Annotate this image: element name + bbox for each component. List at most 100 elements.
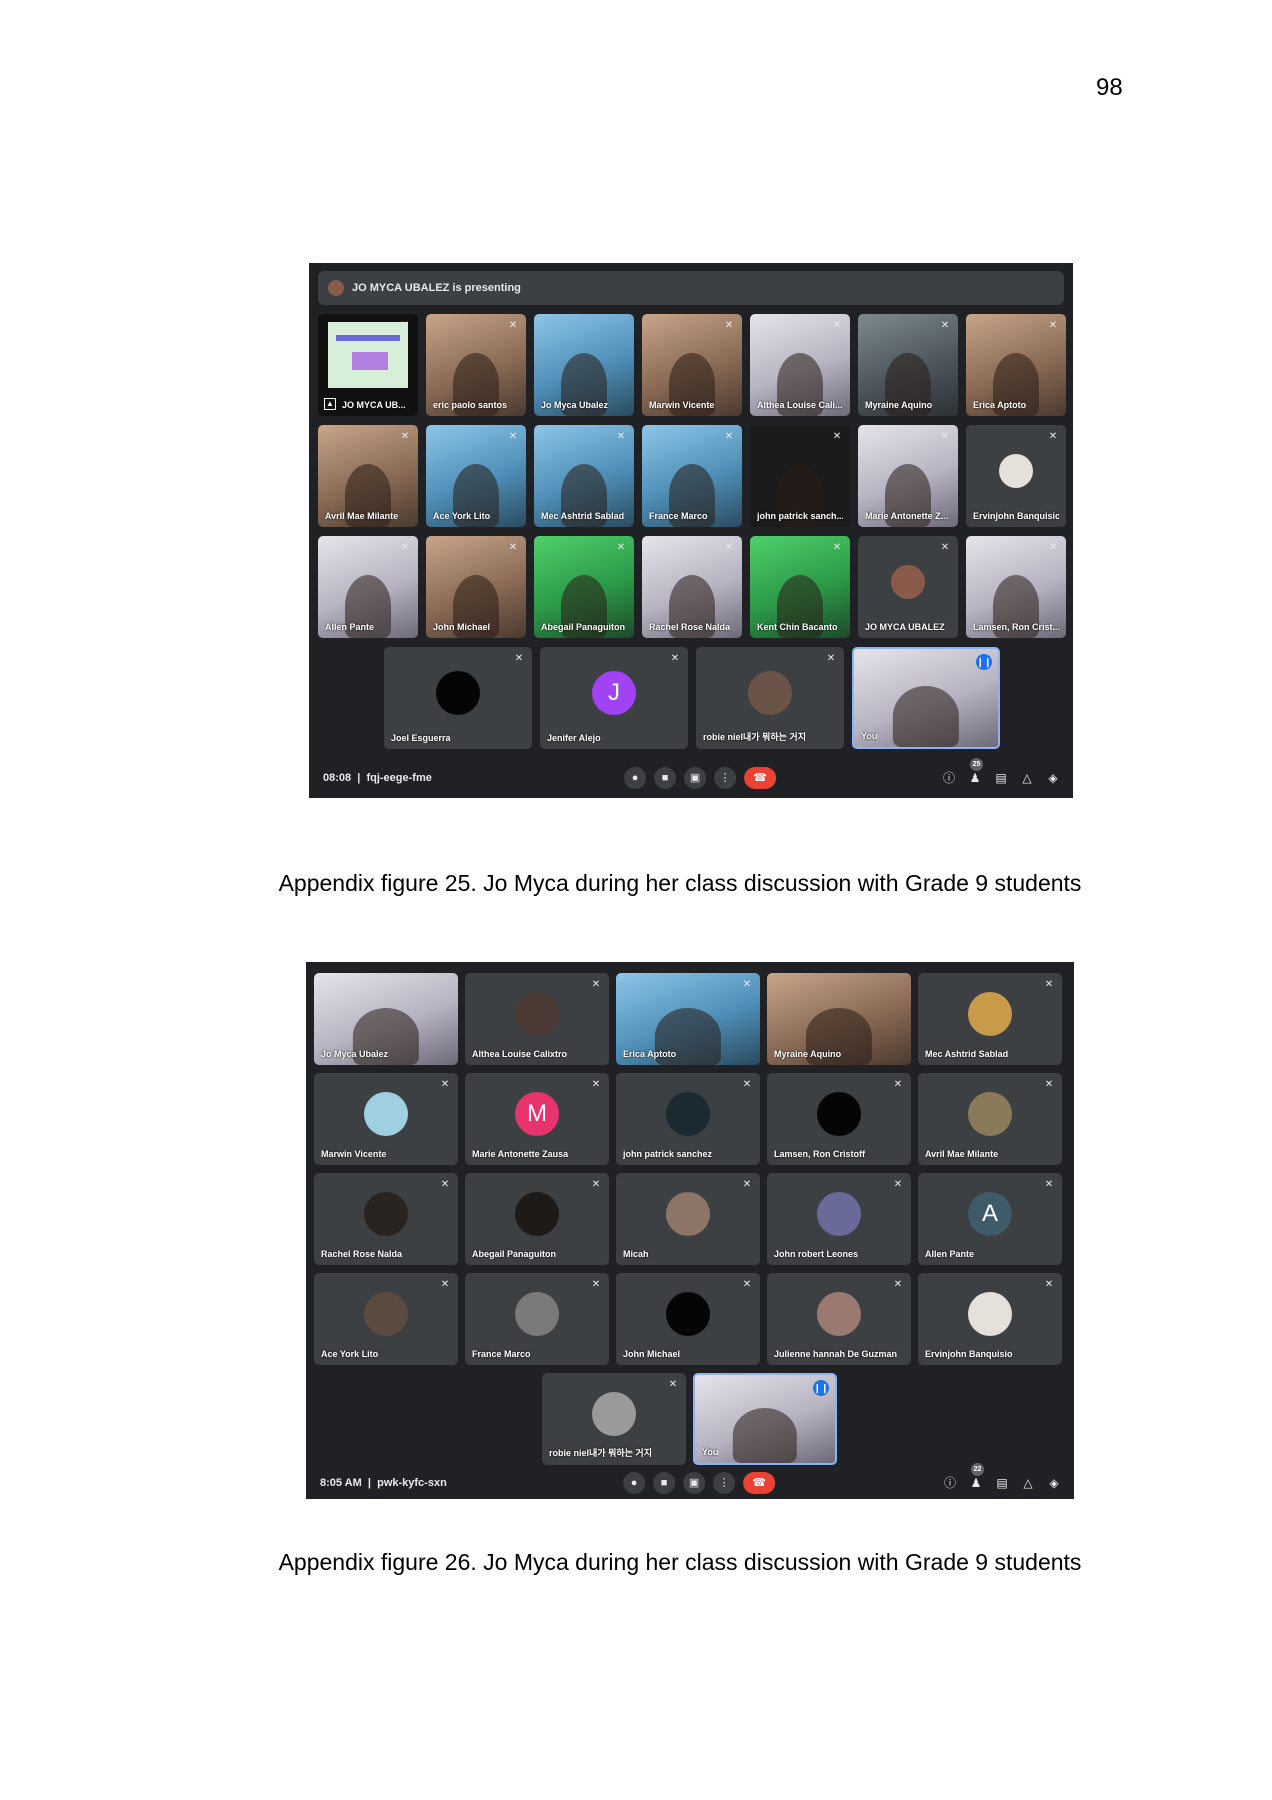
participant-name: John Michael (433, 622, 491, 632)
info-icon[interactable]: ⓘ (942, 1475, 958, 1491)
meeting-side-icons: ⓘ ♟ 25 ▤ △ ◈ (941, 758, 1061, 786)
participant-tile[interactable]: Julienne hannah De Guzman ✕ (767, 1273, 911, 1365)
mic-off-icon: ✕ (616, 431, 626, 442)
mic-off-icon: ✕ (616, 542, 626, 553)
participant-video (892, 686, 960, 747)
mic-off-icon: ✕ (940, 320, 950, 331)
participant-tile[interactable]: Lamsen, Ron Crist... ✕ (966, 536, 1066, 638)
participant-tile[interactable]: Marwin Vicente ✕ (314, 1073, 458, 1165)
participant-tile[interactable]: Micah ✕ (616, 1173, 760, 1265)
meeting-side-icons: ⓘ ♟ 22 ▤ △ ◈ (942, 1463, 1062, 1491)
participant-tile[interactable]: Allen Pante ✕ (318, 536, 418, 638)
self-view-tile[interactable]: You ❙❙ (693, 1373, 837, 1465)
participant-tile[interactable]: Myraine Aquino (767, 973, 911, 1065)
mic-off-icon: ✕ (591, 979, 601, 990)
chat-icon[interactable]: ▤ (993, 770, 1009, 786)
participant-name: Myraine Aquino (865, 400, 933, 410)
call-controls: ● ■ ▣ ⋮ ☎ (623, 1472, 776, 1494)
mic-icon[interactable]: ● (623, 1472, 646, 1494)
participant-avatar (666, 1292, 710, 1337)
more-options-icon[interactable]: ⋮ (714, 767, 737, 789)
mic-off-icon: ✕ (826, 653, 836, 664)
mic-off-icon: ✕ (1048, 542, 1058, 553)
mic-off-icon: ✕ (832, 431, 842, 442)
participant-tile[interactable]: Abegail Panaguiton ✕ (465, 1173, 609, 1265)
participant-tile[interactable]: Erica Aptoto ✕ (616, 973, 760, 1065)
participant-tile[interactable]: robie niel내가 뭐하는 거지 ✕ (696, 647, 844, 749)
participant-name: Abegail Panaguiton (541, 622, 626, 632)
mic-icon[interactable]: ● (624, 767, 647, 789)
participant-tile[interactable]: Ace York Lito ✕ (426, 425, 526, 527)
participant-tile[interactable]: Abegail Panaguiton ✕ (534, 536, 634, 638)
self-view-tile[interactable]: You ❙❙ (852, 647, 1000, 749)
participant-tile[interactable]: eric paolo santos ✕ (426, 314, 526, 416)
participant-tile[interactable]: John Michael ✕ (616, 1273, 760, 1365)
participant-tile[interactable]: Rachel Rose Nalda ✕ (642, 536, 742, 638)
shield-icon[interactable]: ◈ (1045, 770, 1061, 786)
figure-caption: Appendix figure 26. Jo Myca during her c… (278, 1549, 1082, 1575)
participant-tile[interactable]: Althea Louise Calixtro ✕ (465, 973, 609, 1065)
mic-off-icon: ✕ (724, 431, 734, 442)
camera-icon[interactable]: ■ (653, 1472, 676, 1494)
participant-tile[interactable]: Joel Esguerra ✕ (384, 647, 532, 749)
participant-tile[interactable]: J Jenifer Alejo ✕ (540, 647, 688, 749)
present-screen-icon: ▲ (324, 398, 336, 410)
participant-avatar (968, 1092, 1012, 1137)
participant-tile[interactable]: France Marco ✕ (642, 425, 742, 527)
speaking-indicator-icon: ❙❙ (976, 654, 992, 670)
participant-tile[interactable]: Ervinjohn Banquisio ✕ (918, 1273, 1062, 1365)
shield-icon[interactable]: ◈ (1046, 1475, 1062, 1491)
participant-name: Jenifer Alejo (547, 733, 601, 743)
activities-icon[interactable]: △ (1019, 770, 1035, 786)
participant-tile[interactable]: Marwin Vicente ✕ (642, 314, 742, 416)
participant-tile[interactable]: John robert Leones ✕ (767, 1173, 911, 1265)
participant-tile[interactable]: john patrick sanch... ✕ (750, 425, 850, 527)
participant-tile[interactable]: Avril Mae Milante ✕ (918, 1073, 1062, 1165)
participant-tile[interactable]: ▲ JO MYCA UB... ✕ (318, 314, 418, 416)
participant-tile[interactable]: John Michael ✕ (426, 536, 526, 638)
participant-tile[interactable]: Mec Ashtrid Sablad ✕ (918, 973, 1062, 1065)
present-screen-icon[interactable]: ▣ (683, 1472, 706, 1494)
participant-tile[interactable]: Avril Mae Milante ✕ (318, 425, 418, 527)
participant-tile[interactable]: A Allen Pante ✕ (918, 1173, 1062, 1265)
participant-name: Avril Mae Milante (325, 511, 399, 521)
people-icon[interactable]: ♟ 25 (967, 758, 983, 786)
meeting-time-and-code: 08:08 | fqj-eege-fme (323, 772, 432, 784)
camera-icon[interactable]: ■ (654, 767, 677, 789)
info-icon[interactable]: ⓘ (941, 770, 957, 786)
mic-off-icon: ✕ (724, 542, 734, 553)
participant-tile[interactable]: JO MYCA UBALEZ ✕ (858, 536, 958, 638)
participant-tile[interactable]: Jo Myca Ubalez (314, 973, 458, 1065)
participant-avatar (817, 1192, 861, 1237)
meeting-toolbar: 8:05 AM | pwk-kyfc-sxn ● ■ ▣ ⋮ ☎ ⓘ ♟ 22 ▤… (306, 1463, 1074, 1499)
participant-tile[interactable]: Jo Myca Ubalez (534, 314, 634, 416)
end-call-icon[interactable]: ☎ (743, 1472, 776, 1494)
participant-tile[interactable]: Lamsen, Ron Cristoff ✕ (767, 1073, 911, 1165)
participant-avatar (999, 453, 1033, 488)
participant-avatar: M (515, 1092, 559, 1137)
participant-tile[interactable]: Ace York Lito ✕ (314, 1273, 458, 1365)
mic-off-icon: ✕ (591, 1179, 601, 1190)
participant-tile[interactable]: Kent Chin Bacanto ✕ (750, 536, 850, 638)
participant-tile[interactable]: Althea Louise Cali... ✕ (750, 314, 850, 416)
people-icon[interactable]: ♟ 22 (968, 1463, 984, 1491)
participant-tile[interactable]: Marie Antonette Z... ✕ (858, 425, 958, 527)
present-screen-icon[interactable]: ▣ (684, 767, 707, 789)
end-call-icon[interactable]: ☎ (744, 767, 777, 789)
presenting-text: JO MYCA UBALEZ is presenting (352, 282, 521, 294)
participant-tile[interactable]: Erica Aptoto ✕ (966, 314, 1066, 416)
participant-tile[interactable]: France Marco ✕ (465, 1273, 609, 1365)
participant-tile[interactable]: Rachel Rose Nalda ✕ (314, 1173, 458, 1265)
mic-off-icon: ✕ (893, 1279, 903, 1290)
participant-tile[interactable]: M Marie Antonette Zausa ✕ (465, 1073, 609, 1165)
participant-name: Marie Antonette Z... (865, 511, 949, 521)
participant-tile[interactable]: Ervinjohn Banquisio ✕ (966, 425, 1066, 527)
participant-tile[interactable]: john patrick sanchez ✕ (616, 1073, 760, 1165)
more-options-icon[interactable]: ⋮ (713, 1472, 736, 1494)
participant-tile[interactable]: robie niel내가 뭐하는 거지 ✕ (542, 1373, 686, 1465)
activities-icon[interactable]: △ (1020, 1475, 1036, 1491)
participant-tile[interactable]: Mec Ashtrid Sablad ✕ (534, 425, 634, 527)
chat-icon[interactable]: ▤ (994, 1475, 1010, 1491)
participant-tile[interactable]: Myraine Aquino ✕ (858, 314, 958, 416)
participant-name: Ace York Lito (321, 1349, 379, 1359)
